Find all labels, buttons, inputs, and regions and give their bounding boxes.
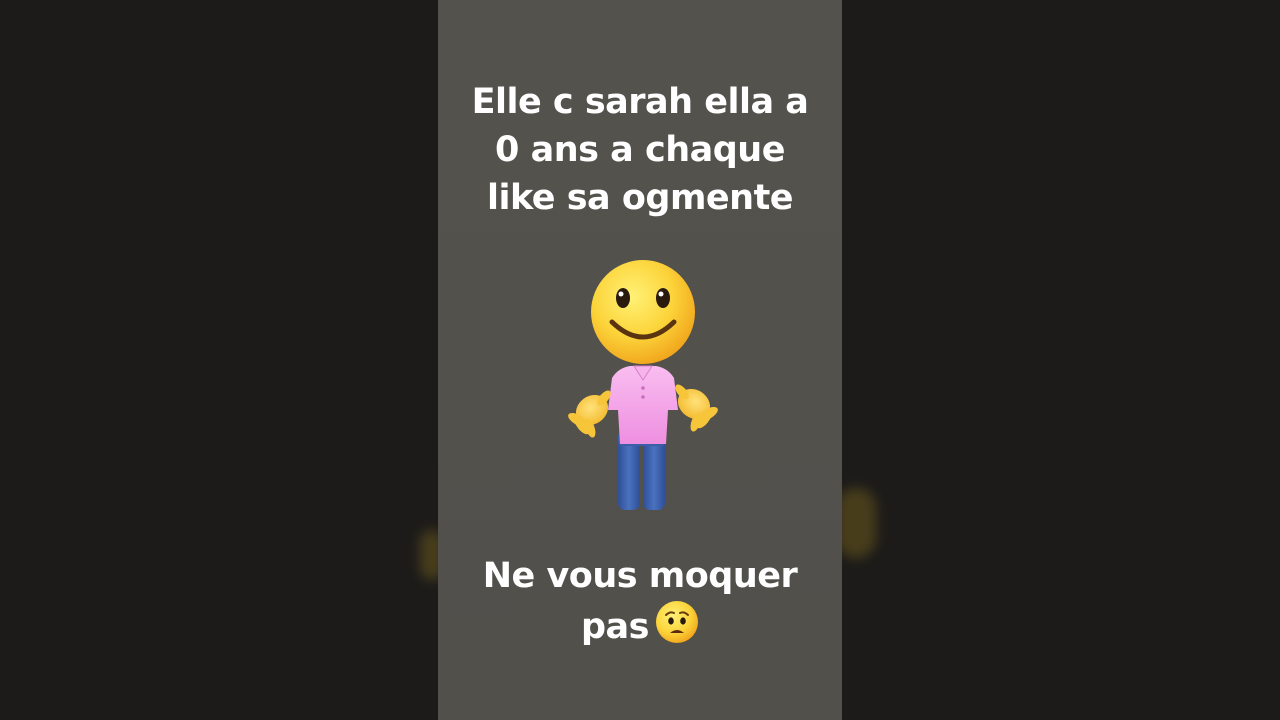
top-caption: Elle c sarah ella a 0 ans a chaque like … bbox=[438, 78, 842, 222]
video-frame: Elle c sarah ella a 0 ans a chaque like … bbox=[0, 0, 1280, 720]
top-caption-line-2: 0 ans a chaque bbox=[495, 130, 785, 170]
bottom-caption: Ne vous moquer pas bbox=[438, 552, 842, 657]
top-caption-line-3: like sa ogmente bbox=[486, 178, 794, 218]
top-caption-line-1: Elle c sarah ella a bbox=[471, 82, 809, 122]
worried-face-icon bbox=[655, 600, 699, 657]
blurred-backdrop-right bbox=[836, 488, 876, 558]
pink-polo-shirt-icon bbox=[608, 365, 678, 444]
emoji-figure bbox=[568, 260, 718, 520]
bottom-caption-line-1: Ne vous moquer bbox=[482, 556, 798, 596]
slightly-smiling-face-icon bbox=[591, 260, 695, 364]
bottom-caption-text: pas bbox=[580, 607, 650, 647]
bottom-caption-line-2: pas bbox=[438, 600, 842, 657]
video-panel: Elle c sarah ella a 0 ans a chaque like … bbox=[438, 0, 842, 720]
open-hand-left-icon bbox=[568, 390, 611, 438]
open-hand-right-icon bbox=[675, 384, 718, 432]
